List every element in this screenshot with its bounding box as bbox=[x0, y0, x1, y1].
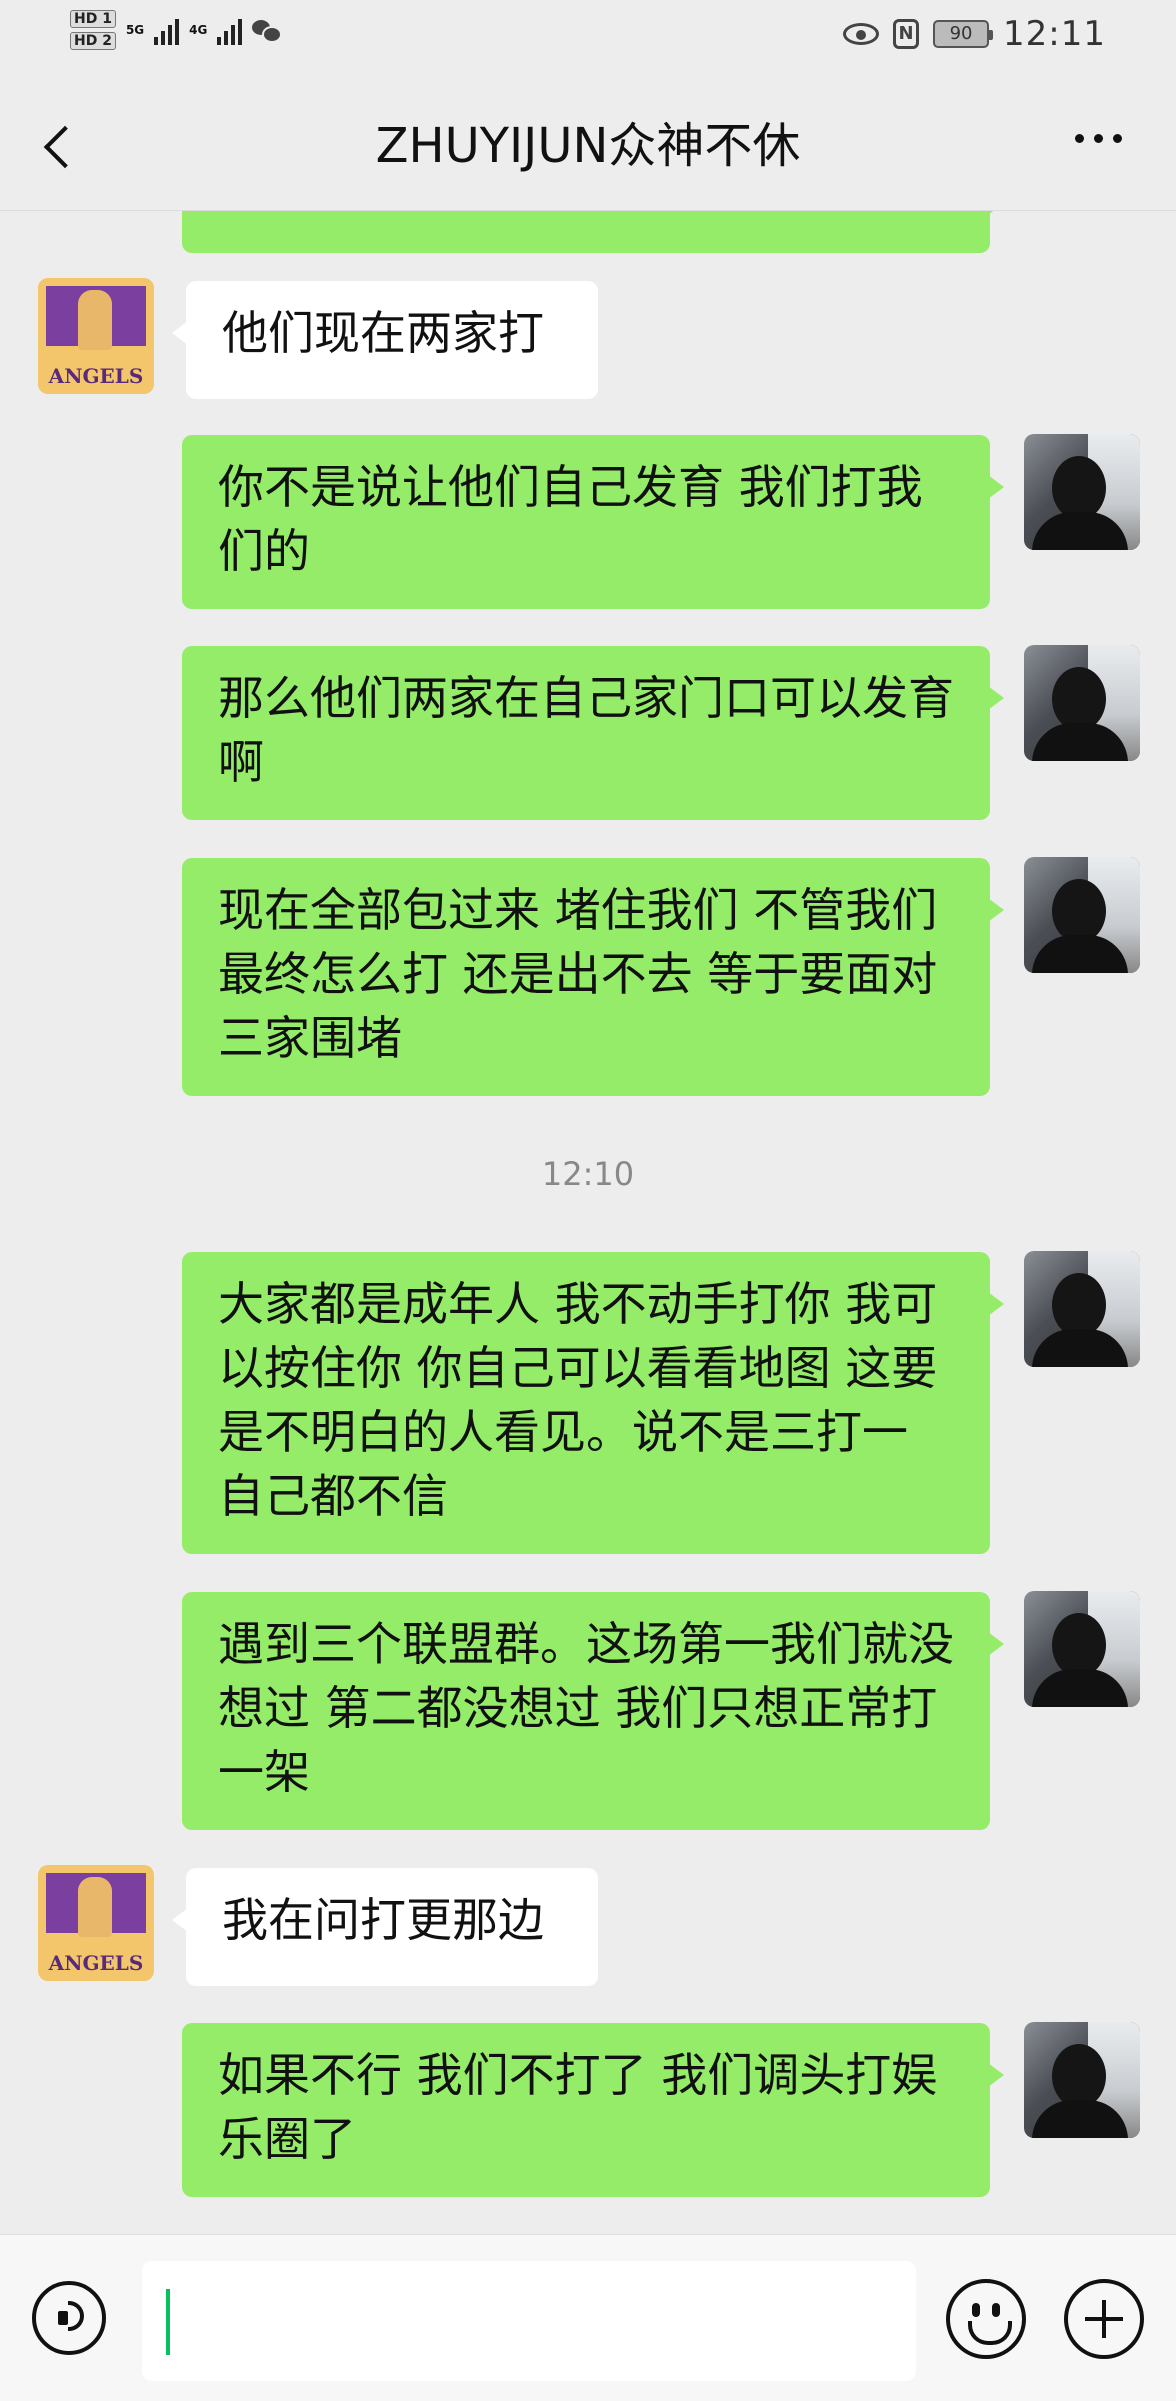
message-bubble-partial[interactable] bbox=[182, 211, 1004, 253]
message-bubble[interactable]: 他们现在两家打 bbox=[172, 281, 598, 399]
battery-icon: 90 bbox=[933, 20, 994, 48]
message-bubble[interactable]: 那么他们两家在自己家门口可以发育啊 bbox=[182, 646, 1004, 820]
status-time: 12:11 bbox=[1003, 14, 1106, 54]
signal-icon bbox=[154, 15, 180, 45]
more-functions-plus-icon[interactable] bbox=[1064, 2279, 1144, 2359]
contact-avatar[interactable]: ANGELS bbox=[38, 278, 154, 394]
message-bubble[interactable]: 如果不行 我们不打了 我们调头打娱乐圈了 bbox=[182, 2023, 1004, 2197]
voice-input-icon[interactable] bbox=[32, 2281, 106, 2355]
emoji-icon[interactable] bbox=[946, 2279, 1026, 2359]
contact-avatar[interactable]: ANGELS bbox=[38, 1865, 154, 1981]
message-bubble[interactable]: 遇到三个联盟群。这场第一我们就没想过 第二都没想过 我们只想正常打一架 bbox=[182, 1592, 1004, 1830]
my-avatar[interactable] bbox=[1024, 857, 1140, 973]
message-list[interactable]: ANGELS 他们现在两家打 你不是说让他们自己发育 我们打我们的 那么他们两家… bbox=[0, 211, 1176, 2234]
message-bubble[interactable]: 你不是说让他们自己发育 我们打我们的 bbox=[182, 435, 1004, 609]
my-avatar[interactable] bbox=[1024, 2022, 1140, 2138]
network-type-label-2: 4G bbox=[189, 23, 208, 37]
eye-icon bbox=[843, 23, 880, 45]
input-bar bbox=[0, 2234, 1176, 2401]
status-right: N 90 12:11 bbox=[843, 14, 1106, 54]
message-input[interactable] bbox=[142, 2261, 916, 2381]
status-bar: HD 1 HD 2 5G 4G N 90 12:11 bbox=[0, 0, 1176, 76]
chat-header: ZHUYIJUN众神不休 bbox=[0, 76, 1176, 211]
message-bubble[interactable]: 大家都是成年人 我不动手打你 我可以按住你 你自己可以看看地图 这要是不明白的人… bbox=[182, 1252, 1004, 1554]
avatar-logo-text: ANGELS bbox=[48, 364, 144, 388]
sim1-indicator: HD 1 bbox=[70, 10, 116, 28]
my-avatar[interactable] bbox=[1024, 1251, 1140, 1367]
wechat-icon bbox=[252, 18, 283, 43]
more-options-icon[interactable] bbox=[1075, 134, 1122, 143]
my-avatar[interactable] bbox=[1024, 434, 1140, 550]
text-cursor bbox=[166, 2289, 170, 2355]
message-bubble[interactable]: 现在全部包过来 堵住我们 不管我们最终怎么打 还是出不去 等于要面对三家围堵 bbox=[182, 858, 1004, 1096]
message-timestamp: 12:10 bbox=[541, 1155, 635, 1193]
chat-title: ZHUYIJUN众神不休 bbox=[375, 118, 801, 174]
nfc-icon: N bbox=[893, 19, 920, 49]
my-avatar[interactable] bbox=[1024, 1591, 1140, 1707]
sim2-indicator: HD 2 bbox=[70, 32, 116, 50]
message-bubble[interactable]: 我在问打更那边 bbox=[172, 1868, 598, 1986]
battery-level: 90 bbox=[949, 23, 973, 44]
avatar-logo-text: ANGELS bbox=[48, 1951, 144, 1975]
signal-icon-2 bbox=[217, 15, 243, 45]
my-avatar[interactable] bbox=[1024, 645, 1140, 761]
network-type-label: 5G bbox=[125, 23, 145, 37]
status-left: HD 1 HD 2 5G 4G bbox=[70, 10, 283, 50]
